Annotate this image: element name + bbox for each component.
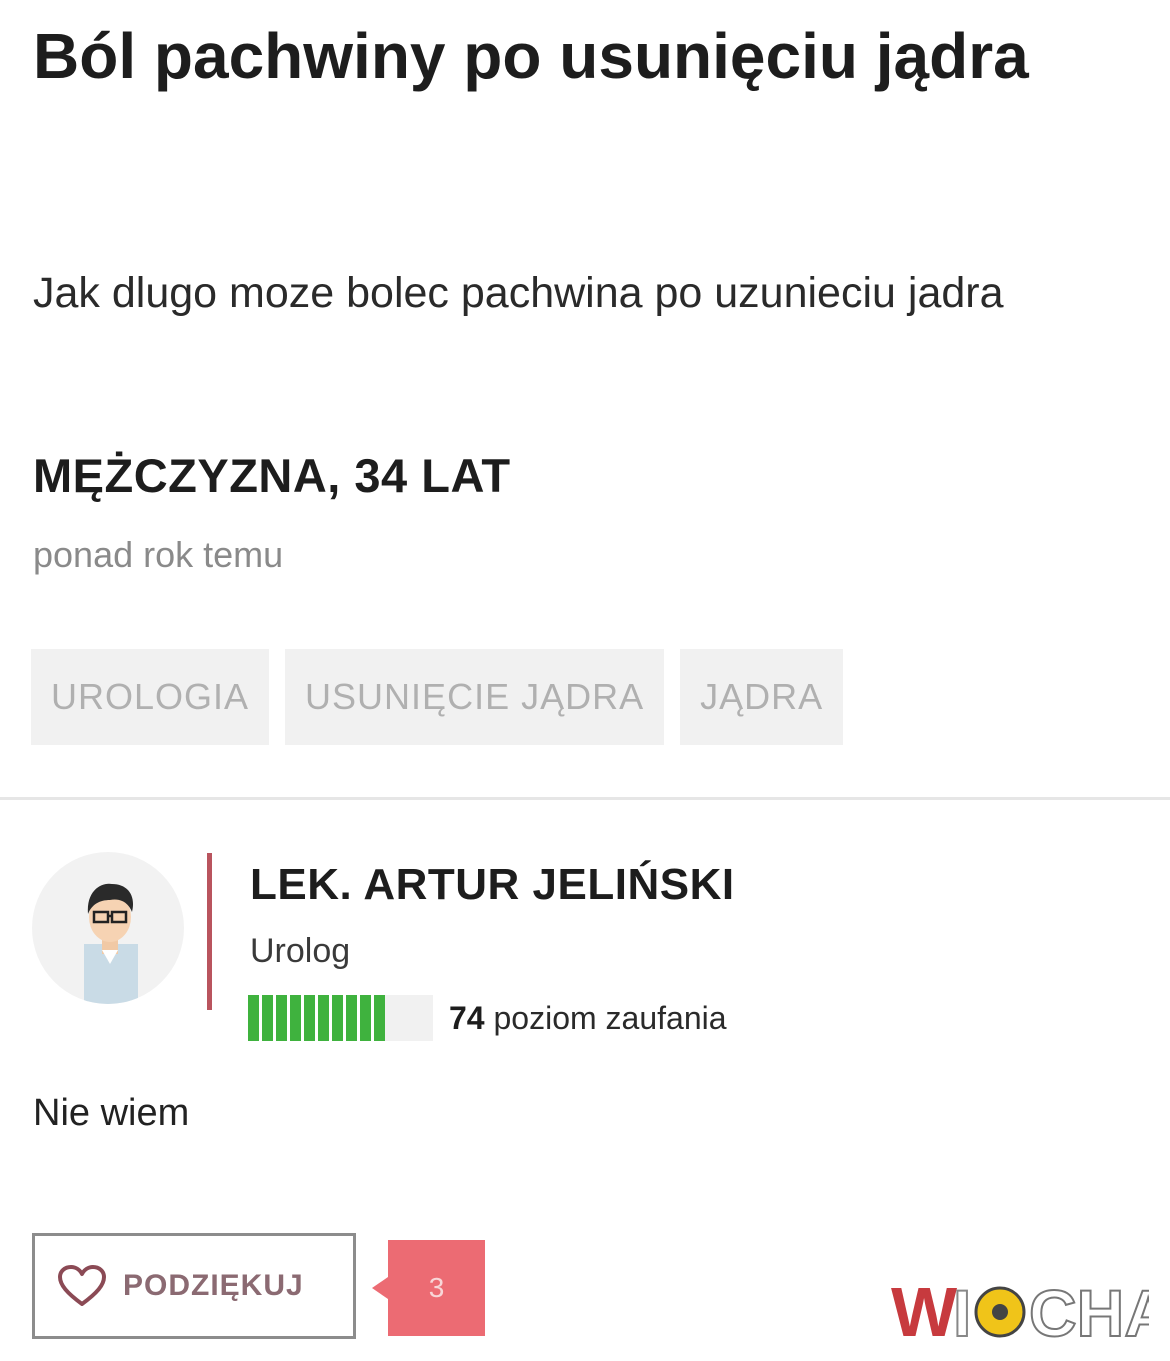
doctor-specialty: Urolog — [250, 932, 351, 970]
svg-text:I: I — [953, 1276, 971, 1350]
trust-value: 74 poziom zaufania — [449, 1000, 727, 1037]
question-title: Ból pachwiny po usunięciu jądra — [33, 20, 1029, 92]
asker-info: MĘŻCZYZNA, 34 LAT — [33, 449, 511, 502]
tag-jadra[interactable]: JĄDRA — [680, 649, 844, 745]
section-divider — [0, 797, 1170, 800]
tag-usuniecie-jadra[interactable]: USUNIĘCIE JĄDRA — [285, 649, 665, 745]
doctor-name[interactable]: LEK. ARTUR JELIŃSKI — [250, 860, 735, 910]
answer-text: Nie wiem — [33, 1092, 190, 1134]
trust-indicator: 74 poziom zaufania — [248, 995, 727, 1041]
wiocha-logo: W I CHA — [887, 1270, 1170, 1351]
trust-label: poziom zaufania — [493, 999, 727, 1036]
doctor-accent-bar — [207, 853, 212, 1010]
svg-text:CHA: CHA — [1029, 1276, 1149, 1350]
post-time: ponad rok temu — [33, 534, 284, 575]
thanks-count-badge: 3 — [372, 1240, 485, 1336]
doctor-avatar[interactable] — [32, 852, 184, 1004]
thank-button-label: PODZIĘKUJ — [123, 1269, 304, 1302]
tag-urologia[interactable]: UROLOGIA — [31, 649, 270, 745]
tag-list: UROLOGIA USUNIĘCIE JĄDRA JĄDRA — [31, 649, 844, 745]
heart-outline-icon — [58, 1265, 106, 1306]
trust-level: 74 — [449, 999, 485, 1036]
question-body: Jak dlugo moze bolec pachwina po uzuniec… — [33, 269, 1004, 317]
thank-button[interactable]: PODZIĘKUJ — [32, 1233, 356, 1339]
avatar-doctor-illustration — [84, 883, 138, 1004]
svg-text:W: W — [891, 1273, 957, 1350]
trust-bar — [248, 995, 433, 1041]
trust-bar-fill — [248, 995, 385, 1041]
